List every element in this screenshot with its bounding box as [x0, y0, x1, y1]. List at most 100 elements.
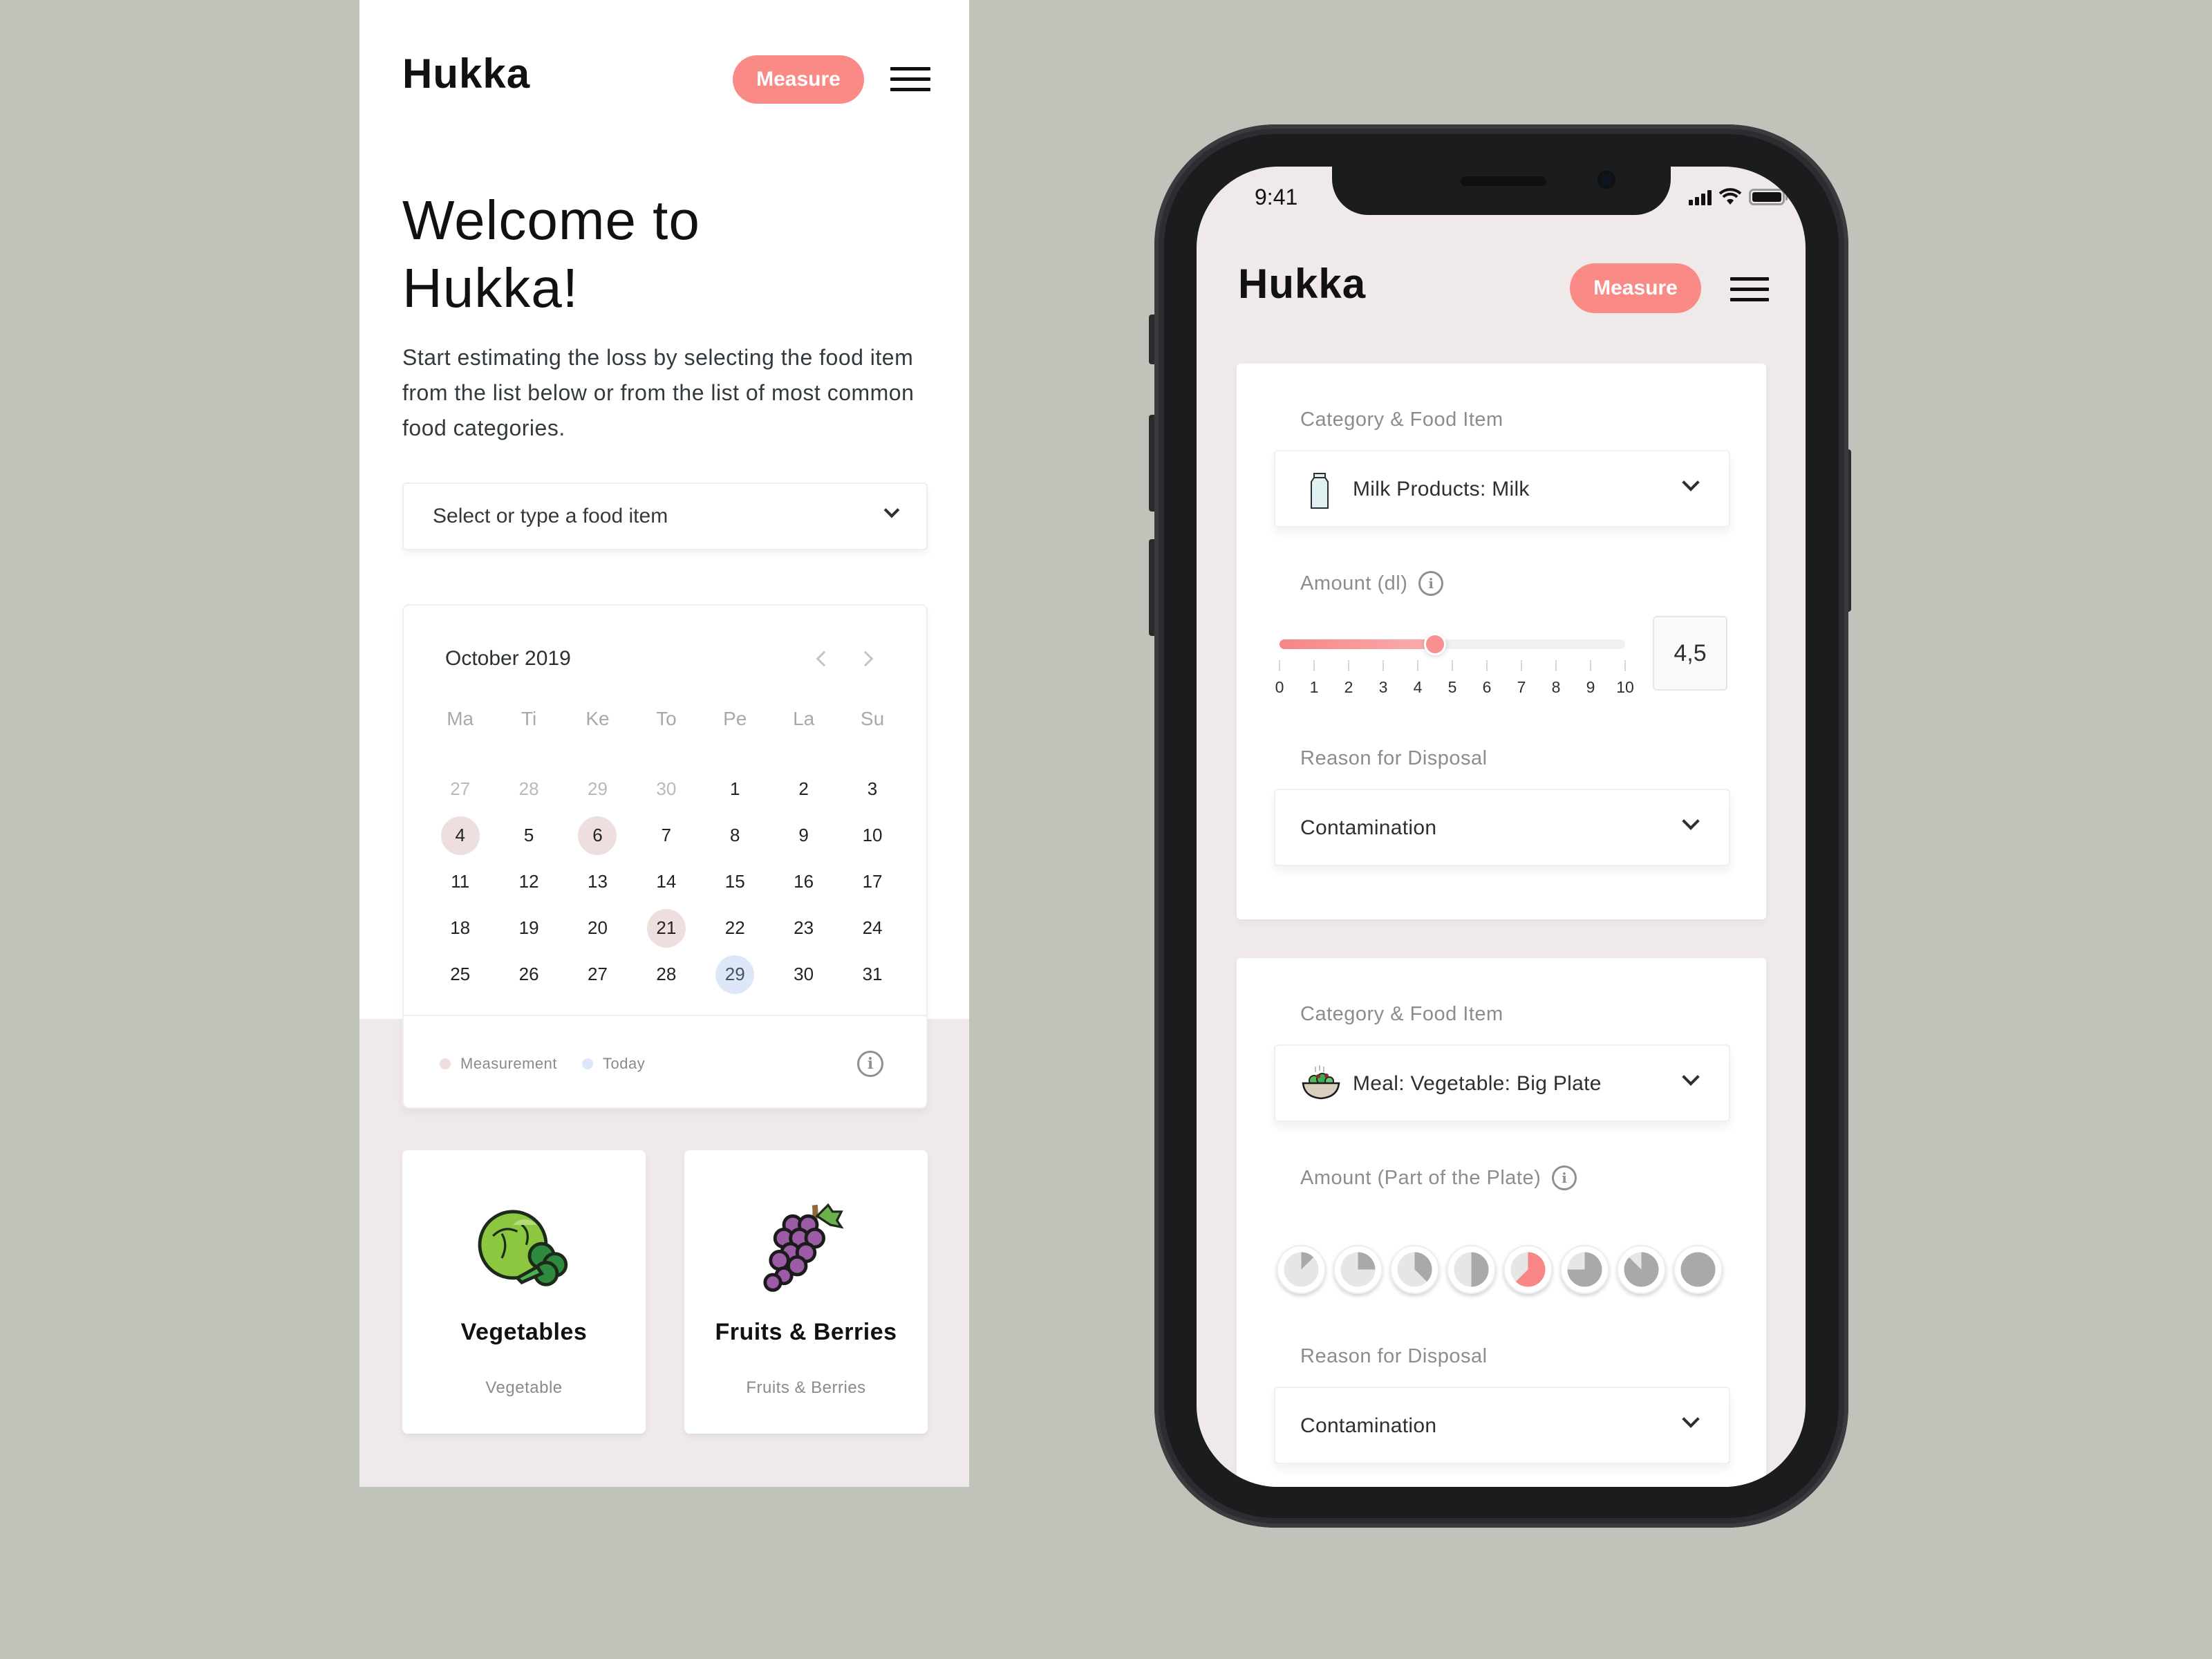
- desktop-mobile-view: Hukka Measure Welcome to Hukka! Start es…: [359, 0, 969, 1487]
- calendar-day[interactable]: 12: [494, 859, 563, 905]
- calendar-day[interactable]: 18: [426, 905, 494, 951]
- weekday-label: Su: [860, 708, 885, 729]
- category-card-fruits-berries[interactable]: Fruits & Berries Fruits & Berries: [684, 1150, 928, 1434]
- chevron-left-icon[interactable]: [812, 647, 832, 668]
- status-icons: [1689, 187, 1788, 205]
- calendar-day[interactable]: 27: [563, 951, 632, 997]
- food-item-placeholder: Select or type a food item: [433, 505, 668, 527]
- calendar-day[interactable]: 1: [701, 766, 769, 812]
- menu-icon[interactable]: [1730, 277, 1769, 302]
- calendar-day[interactable]: 19: [494, 905, 563, 951]
- plate-portion-icon: [1454, 1252, 1489, 1287]
- food-item-value: Meal: Vegetable: Big Plate: [1353, 1072, 1602, 1095]
- info-icon[interactable]: i: [857, 1051, 883, 1077]
- calendar-week: 25 26 27 28 29 30 31: [426, 951, 907, 997]
- plate-portion-icon: [1340, 1252, 1376, 1287]
- reason-dropdown[interactable]: Contamination: [1274, 1387, 1730, 1464]
- slider-fill: [1280, 639, 1435, 649]
- calendar-day[interactable]: 30: [632, 766, 700, 812]
- amount-label-text: Amount (Part of the Plate): [1300, 1166, 1541, 1189]
- slider-thumb[interactable]: [1424, 633, 1446, 655]
- calendar-day[interactable]: 5: [494, 812, 563, 859]
- slider-tick: 3: [1373, 660, 1394, 697]
- app-logo[interactable]: Hukka: [402, 50, 530, 97]
- calendar-day[interactable]: 28: [632, 951, 700, 997]
- plate-option[interactable]: [1390, 1245, 1439, 1294]
- calendar-day-measurement[interactable]: 6: [563, 812, 632, 859]
- plate-option[interactable]: [1560, 1245, 1609, 1294]
- tick-label: 3: [1378, 678, 1388, 696]
- chevron-down-icon: [1682, 812, 1700, 830]
- plate-option[interactable]: [1277, 1245, 1326, 1294]
- calendar-day[interactable]: 3: [838, 766, 906, 812]
- weekday-label: To: [656, 708, 677, 729]
- calendar-day[interactable]: 30: [769, 951, 838, 997]
- calendar-day[interactable]: 16: [769, 859, 838, 905]
- slider-tick: 2: [1338, 660, 1359, 697]
- plate-portion-icon: [1510, 1252, 1546, 1287]
- category-card-vegetables[interactable]: Vegetables Vegetable: [402, 1150, 646, 1434]
- amount-label: Amount (dl) i: [1300, 571, 1444, 596]
- calendar-day[interactable]: 29: [563, 766, 632, 812]
- calendar-day[interactable]: 24: [838, 905, 906, 951]
- calendar-day[interactable]: 28: [494, 766, 563, 812]
- measure-button[interactable]: Measure: [1570, 263, 1701, 313]
- tick-label: 2: [1344, 678, 1353, 696]
- plate-option-selected[interactable]: [1503, 1245, 1553, 1294]
- calendar-day[interactable]: 22: [701, 905, 769, 951]
- calendar-day[interactable]: 10: [838, 812, 906, 859]
- tick-label: 4: [1413, 678, 1423, 696]
- calendar-day[interactable]: 15: [701, 859, 769, 905]
- calendar-day[interactable]: 11: [426, 859, 494, 905]
- calendar-day[interactable]: 2: [769, 766, 838, 812]
- info-icon[interactable]: i: [1418, 571, 1444, 596]
- calendar-day-measurement[interactable]: 21: [632, 905, 700, 951]
- calendar-day[interactable]: 9: [769, 812, 838, 859]
- calendar-day[interactable]: 20: [563, 905, 632, 951]
- calendar-day[interactable]: 7: [632, 812, 700, 859]
- slider-tick: 5: [1442, 660, 1463, 697]
- legend-label: Measurement: [460, 1055, 558, 1072]
- slider-tick: 0: [1269, 660, 1290, 697]
- food-item-dropdown[interactable]: Meal: Vegetable: Big Plate: [1274, 1044, 1730, 1122]
- reason-label: Reason for Disposal: [1300, 747, 1488, 769]
- calendar-day[interactable]: 26: [494, 951, 563, 997]
- tick-label: 8: [1551, 678, 1561, 696]
- calendar-day[interactable]: 14: [632, 859, 700, 905]
- app-logo[interactable]: Hukka: [1238, 260, 1366, 308]
- calendar-day-measurement[interactable]: 4: [426, 812, 494, 859]
- calendar-day[interactable]: 31: [838, 951, 906, 997]
- tick-label: 0: [1275, 678, 1284, 696]
- food-entry-card: Category & Food Item Meal: Vegetable: Bi…: [1237, 958, 1766, 1487]
- measure-button[interactable]: Measure: [733, 55, 864, 104]
- food-item-dropdown[interactable]: Milk Products: Milk: [1274, 450, 1730, 527]
- status-time: 9:41: [1255, 185, 1298, 209]
- chevron-right-icon[interactable]: [857, 647, 878, 668]
- plate-option[interactable]: [1617, 1245, 1666, 1294]
- tick-label: 7: [1517, 678, 1526, 696]
- calendar: October 2019 Ma Ti Ke To Pe La Su 27 28 29 30 1 2 3 4 5…: [402, 604, 928, 1109]
- tick-label: 6: [1482, 678, 1492, 696]
- plate-option[interactable]: [1333, 1245, 1382, 1294]
- slider-tick: 9: [1580, 660, 1601, 697]
- calendar-day[interactable]: 27: [426, 766, 494, 812]
- category-label: Category & Food Item: [1300, 409, 1503, 431]
- reason-dropdown[interactable]: Contamination: [1274, 789, 1730, 866]
- plate-option[interactable]: [1674, 1245, 1723, 1294]
- slider-tick: 8: [1546, 660, 1566, 697]
- plate-portion-icon: [1397, 1252, 1432, 1287]
- calendar-day[interactable]: 8: [701, 812, 769, 859]
- calendar-day[interactable]: 25: [426, 951, 494, 997]
- plate-option[interactable]: [1447, 1245, 1496, 1294]
- calendar-day-today[interactable]: 29: [701, 951, 769, 997]
- info-icon[interactable]: i: [1552, 1165, 1577, 1190]
- amount-input[interactable]: 4,5: [1653, 616, 1727, 691]
- calendar-day[interactable]: 17: [838, 859, 906, 905]
- food-item-select[interactable]: Select or type a food item: [402, 482, 928, 550]
- plate-portion-icon: [1567, 1252, 1602, 1287]
- calendar-day[interactable]: 23: [769, 905, 838, 951]
- calendar-day[interactable]: 13: [563, 859, 632, 905]
- category-subtitle: Fruits & Berries: [746, 1378, 866, 1397]
- amount-slider[interactable]: 0 1 2 3 4 5 6 7 8 9 10: [1275, 633, 1634, 704]
- menu-icon[interactable]: [890, 67, 930, 92]
